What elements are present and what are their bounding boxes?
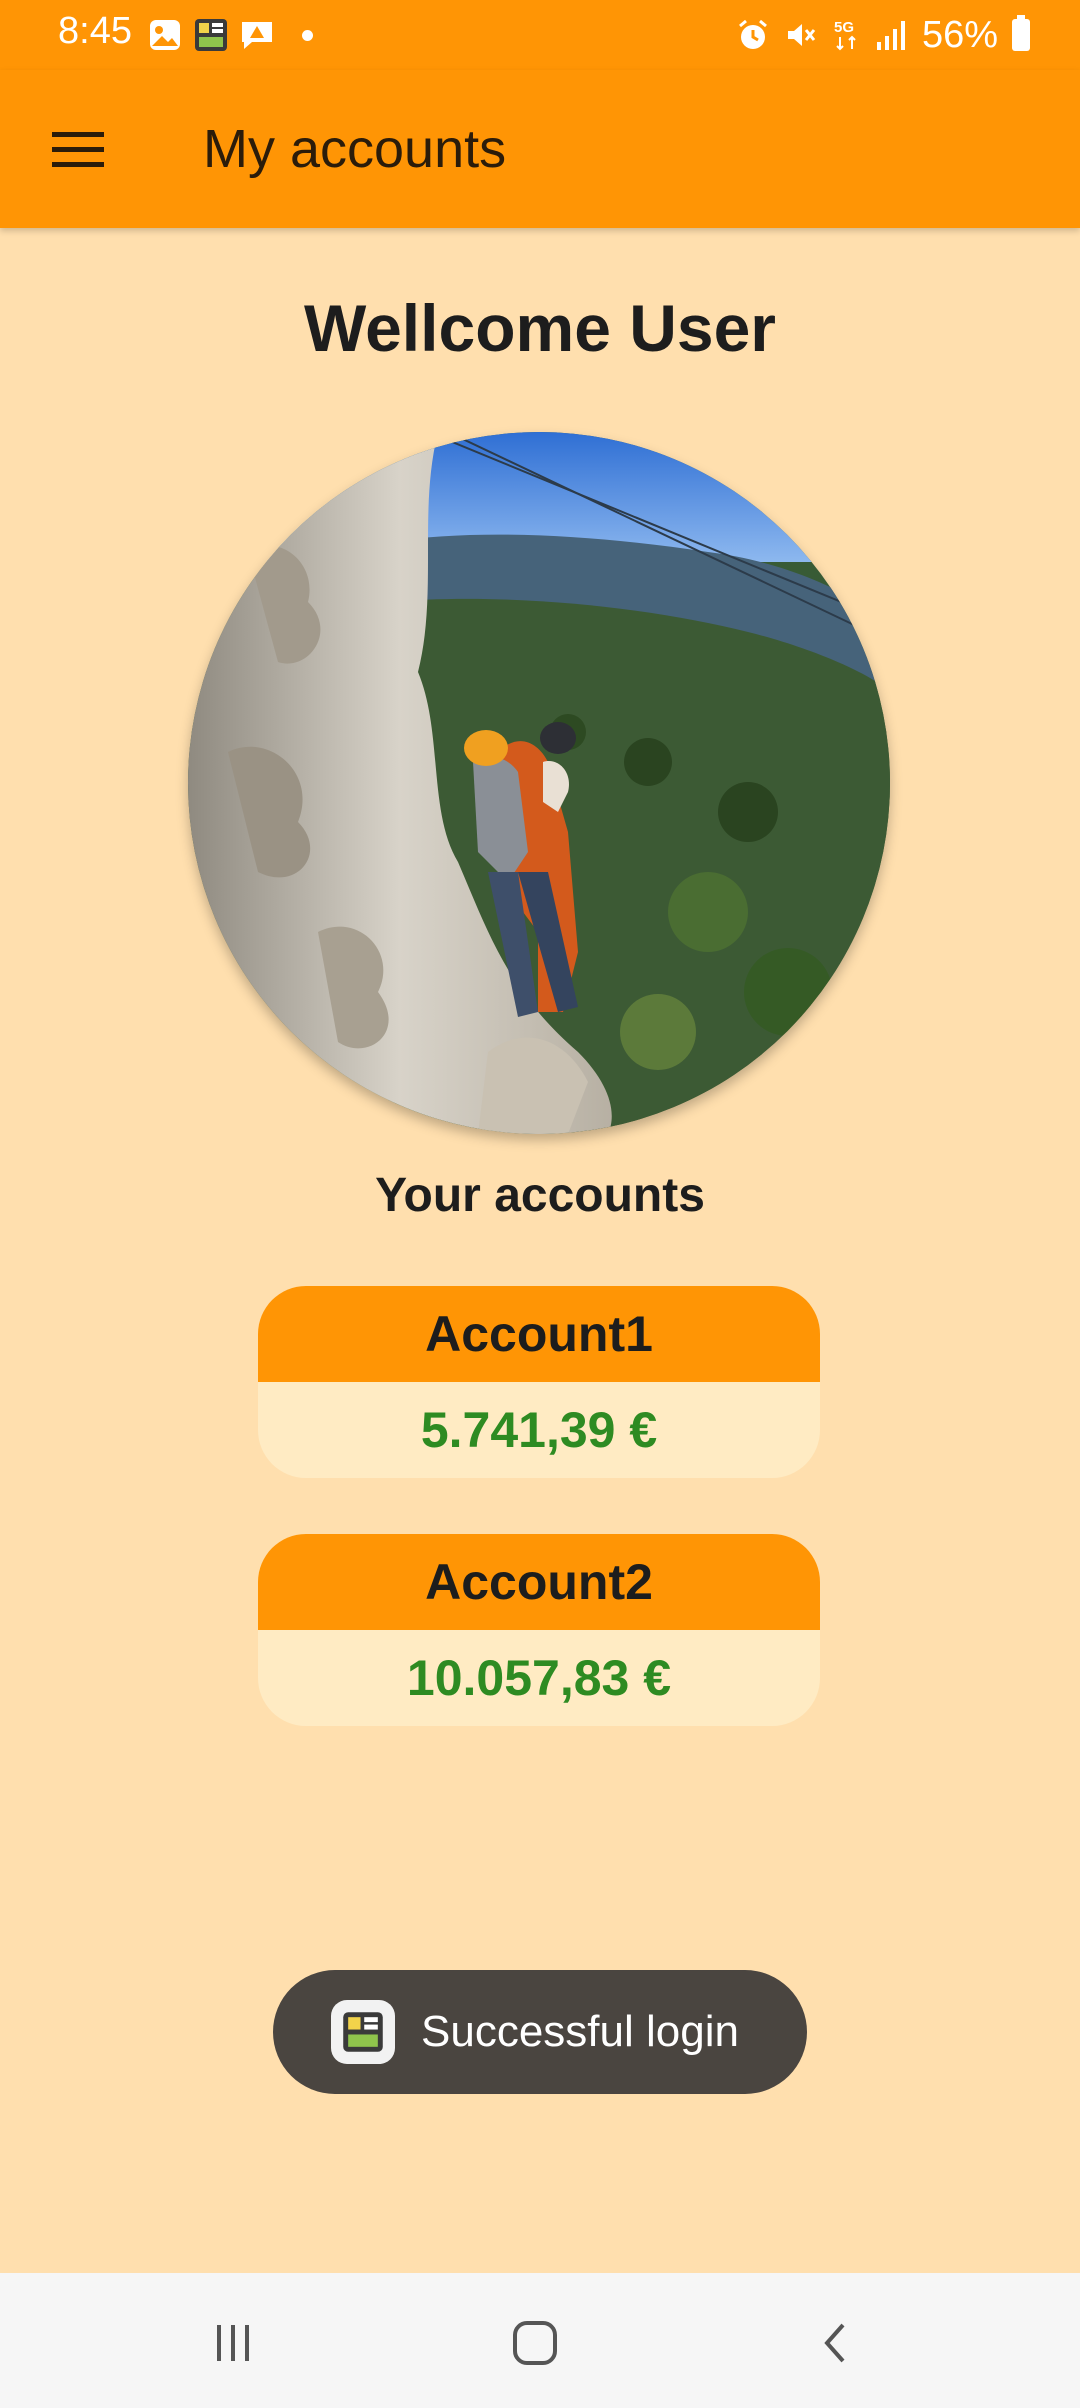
mute-icon	[787, 24, 816, 46]
app-logo-icon	[343, 2012, 383, 2052]
account-name: Account1	[258, 1286, 820, 1382]
account-card-1[interactable]: Account1 5.741,39 €	[258, 1286, 820, 1478]
welcome-heading: Wellcome User	[304, 291, 776, 365]
back-icon	[824, 2323, 845, 2363]
status-bar: 8:45 5G 56%	[0, 0, 1080, 70]
toast-message: Successful login	[273, 1970, 807, 2094]
notification-icon	[242, 22, 272, 49]
toast-text: Successful login	[421, 2007, 739, 2056]
recents-button[interactable]	[193, 2303, 273, 2383]
signal-icon	[876, 21, 905, 50]
system-nav-bar	[0, 2273, 1080, 2408]
recents-icon	[217, 2325, 249, 2361]
account-card-2[interactable]: Account2 10.057,83 €	[258, 1534, 820, 1726]
menu-button[interactable]	[38, 110, 118, 190]
svg-text:5G: 5G	[834, 19, 854, 36]
accounts-heading: Your accounts	[375, 1169, 705, 1222]
status-time: 8:45	[58, 10, 132, 52]
app-bar: My accounts	[0, 70, 1080, 228]
battery-icon	[1012, 15, 1030, 51]
profile-photo-climbers	[188, 432, 890, 1134]
home-button[interactable]	[495, 2303, 575, 2383]
back-button[interactable]	[797, 2303, 877, 2383]
gallery-icon	[150, 20, 180, 50]
page-title: My accounts	[203, 119, 507, 179]
hamburger-menu-icon	[52, 132, 104, 167]
app-icon	[331, 2000, 395, 2064]
account-balance: 10.057,83 €	[406, 1650, 672, 1706]
status-icons-left	[148, 16, 313, 54]
home-icon	[513, 2321, 557, 2365]
account-name: Account2	[258, 1534, 820, 1630]
alarm-icon	[738, 19, 767, 49]
profile-avatar	[188, 432, 890, 1134]
app-icon	[195, 19, 227, 51]
more-notifications-dot	[302, 29, 313, 41]
account-balance: 5.741,39 €	[420, 1402, 658, 1458]
5g-icon: 5G	[834, 19, 856, 51]
battery-percentage: 56%	[921, 13, 998, 56]
status-icons-right: 5G 56%	[736, 14, 1030, 56]
